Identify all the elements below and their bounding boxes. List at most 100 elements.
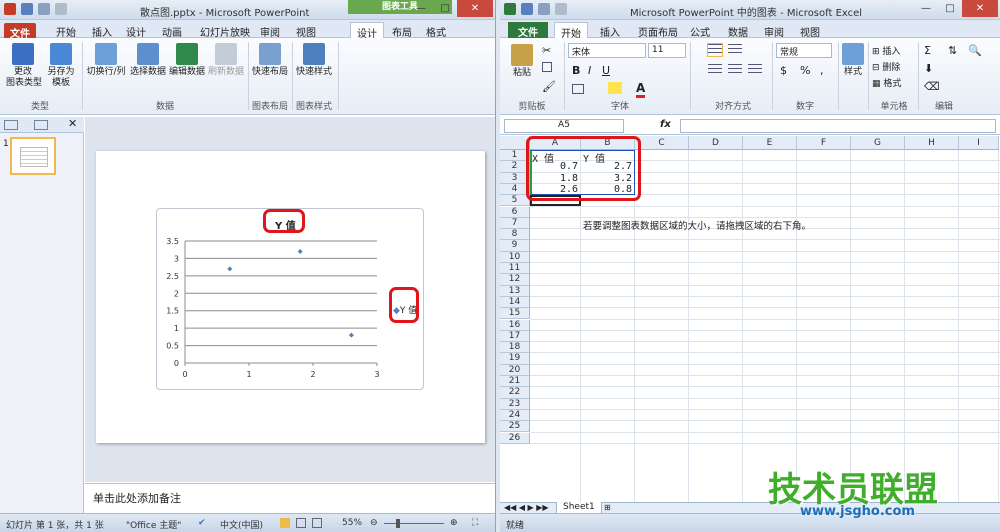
- reading-view-icon[interactable]: [312, 518, 322, 528]
- fill-color-icon[interactable]: [608, 82, 622, 94]
- delete-cells-button[interactable]: ⊟ 删除: [872, 60, 900, 73]
- font-color-icon[interactable]: A: [636, 81, 646, 98]
- fill-icon[interactable]: ⬇: [924, 62, 933, 75]
- paste-button[interactable]: 粘贴: [508, 44, 536, 79]
- row-header[interactable]: 22: [500, 387, 530, 399]
- column-header[interactable]: D: [689, 136, 743, 150]
- theme-name[interactable]: "Office 主题": [126, 518, 181, 531]
- maximize-icon[interactable]: □: [938, 0, 962, 17]
- slide-thumbnail[interactable]: [10, 137, 56, 175]
- copy-icon[interactable]: [542, 62, 552, 72]
- name-box[interactable]: A5: [504, 119, 624, 133]
- worksheet-grid[interactable]: A B C D E F G H I 1 2 3 4 5 6 7 8 9 10 11 12 13 14 15 16 17 18 19 20…: [500, 136, 1000, 502]
- close-icon[interactable]: ✕: [457, 0, 493, 17]
- insert-cells-button[interactable]: ⊞ 插入: [872, 44, 900, 57]
- row-header[interactable]: 11: [500, 263, 530, 275]
- row-header[interactable]: 17: [500, 330, 530, 343]
- row-header[interactable]: 8: [500, 229, 530, 241]
- comma-icon[interactable]: ,: [820, 64, 824, 77]
- tab-chart-format[interactable]: 格式: [420, 22, 452, 39]
- column-header[interactable]: G: [851, 136, 905, 150]
- close-pane-icon[interactable]: ✕: [68, 117, 77, 130]
- row-header[interactable]: 5: [500, 195, 530, 207]
- clear-icon[interactable]: ⌫: [924, 80, 940, 93]
- tab-review[interactable]: 审阅: [254, 22, 286, 39]
- font-size-select[interactable]: 11: [648, 43, 686, 58]
- row-header[interactable]: 16: [500, 319, 530, 331]
- sort-filter-icon[interactable]: ⇅: [948, 44, 957, 57]
- column-header[interactable]: C: [635, 136, 689, 150]
- format-cells-button[interactable]: ▦ 格式: [872, 76, 901, 89]
- zoom-level[interactable]: 55%: [342, 518, 362, 528]
- align-top-icon[interactable]: [707, 43, 723, 57]
- row-header[interactable]: 25: [500, 421, 530, 433]
- language[interactable]: 中文(中国): [220, 518, 263, 531]
- tab-chart-design[interactable]: 设计: [350, 22, 384, 40]
- redo-icon[interactable]: [555, 3, 567, 15]
- save-as-template-button[interactable]: 另存为 模板: [44, 43, 78, 89]
- switch-row-column-button[interactable]: 切换行/列: [84, 43, 128, 78]
- percent-icon[interactable]: %: [800, 64, 810, 77]
- tab-page-layout[interactable]: 页面布局: [632, 22, 684, 39]
- save-icon[interactable]: [521, 3, 533, 15]
- zoom-out-icon[interactable]: ⊖: [370, 518, 378, 528]
- row-header[interactable]: 6: [500, 206, 530, 218]
- row-header[interactable]: 23: [500, 398, 530, 410]
- row-header[interactable]: 24: [500, 409, 530, 422]
- quick-style-button[interactable]: 快速样式: [294, 43, 334, 78]
- tab-home[interactable]: 开始: [50, 22, 82, 39]
- underline-icon[interactable]: U: [602, 64, 610, 77]
- find-select-icon[interactable]: 🔍: [968, 44, 982, 57]
- tab-design[interactable]: 设计: [120, 22, 152, 39]
- tab-file[interactable]: 文件: [4, 23, 36, 40]
- select-data-button[interactable]: 选择数据: [128, 43, 168, 78]
- sorter-view-icon[interactable]: [296, 518, 306, 528]
- zoom-slider[interactable]: [384, 523, 444, 524]
- tab-insert[interactable]: 插入: [594, 22, 626, 39]
- slides-tab-icon[interactable]: [4, 120, 18, 130]
- ppt-app-icon[interactable]: [4, 3, 16, 15]
- row-header[interactable]: 12: [500, 274, 530, 286]
- align-middle-icon[interactable]: [728, 44, 742, 56]
- align-center-icon[interactable]: [728, 64, 742, 76]
- align-right-icon[interactable]: [748, 64, 762, 76]
- borders-icon[interactable]: [572, 84, 584, 94]
- format-painter-icon[interactable]: 🖌: [542, 80, 556, 93]
- formula-input[interactable]: [680, 119, 996, 133]
- row-header[interactable]: 9: [500, 240, 530, 252]
- column-header[interactable]: H: [905, 136, 959, 150]
- autosum-icon[interactable]: Σ: [924, 44, 931, 57]
- tab-data[interactable]: 数据: [722, 22, 754, 39]
- minimize-icon[interactable]: —: [914, 0, 938, 17]
- slide[interactable]: 0 0.5 1 1.5 2 2.5 3 3.5 0 1 2 3 Y 值 ◆Y 值: [96, 151, 485, 443]
- refresh-data-button[interactable]: 刷新数据: [206, 43, 246, 78]
- tab-view[interactable]: 视图: [794, 22, 826, 39]
- column-header[interactable]: F: [797, 136, 851, 150]
- tab-slideshow[interactable]: 幻灯片放映: [194, 22, 256, 39]
- row-header[interactable]: 15: [500, 308, 530, 320]
- row-header[interactable]: 13: [500, 285, 530, 297]
- cut-icon[interactable]: ✂: [542, 44, 551, 57]
- align-left-icon[interactable]: [708, 64, 722, 76]
- save-icon[interactable]: [21, 3, 33, 15]
- row-header[interactable]: 14: [500, 296, 530, 309]
- edit-data-button[interactable]: 编辑数据: [167, 43, 207, 78]
- row-header[interactable]: 26: [500, 432, 530, 444]
- new-sheet-icon[interactable]: ⊞: [604, 503, 611, 512]
- tab-chart-layout[interactable]: 布局: [386, 22, 418, 39]
- number-format-select[interactable]: 常规: [776, 43, 832, 58]
- row-header[interactable]: 21: [500, 376, 530, 388]
- font-name-select[interactable]: 宋体: [568, 43, 646, 58]
- undo-icon[interactable]: [538, 3, 550, 15]
- row-header[interactable]: 7: [500, 217, 530, 230]
- row-header[interactable]: 10: [500, 251, 530, 263]
- fit-window-icon[interactable]: ⛶: [472, 518, 478, 528]
- bold-icon[interactable]: B: [572, 64, 580, 77]
- minimize-icon[interactable]: —: [409, 0, 433, 17]
- tab-review[interactable]: 审阅: [758, 22, 790, 39]
- quick-layout-button[interactable]: 快速布局: [250, 43, 290, 78]
- tab-animation[interactable]: 动画: [156, 22, 188, 39]
- tab-home[interactable]: 开始: [554, 22, 588, 40]
- column-header[interactable]: E: [743, 136, 797, 150]
- undo-icon[interactable]: [38, 3, 50, 15]
